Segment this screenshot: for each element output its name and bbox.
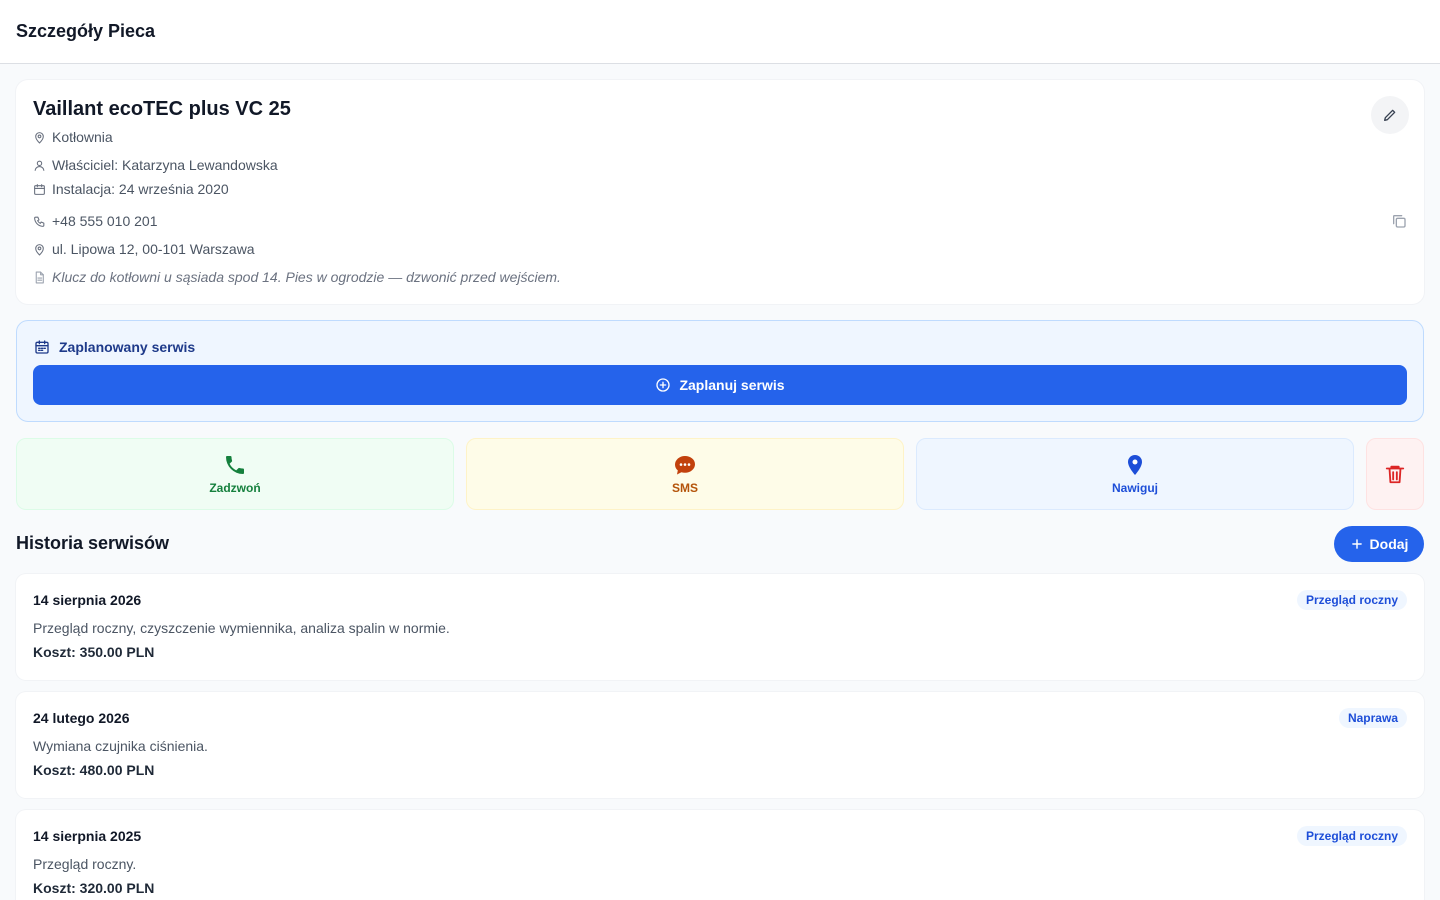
location-text: Kotłownia: [52, 129, 113, 145]
phone-text: +48 555 010 201: [52, 213, 158, 229]
document-icon: [35, 271, 44, 283]
service-entry[interactable]: 24 lutego 2026 Naprawa Wymiana czujnika …: [16, 692, 1424, 798]
scheduled-service-heading: Zaplanowany serwis: [34, 339, 195, 355]
scheduled-service-title: Zaplanowany serwis: [59, 339, 196, 355]
schedule-service-label: Zaplanuj serwis: [679, 377, 785, 393]
top-bar: Szczegóły Pieca: [0, 0, 1440, 64]
service-cost: Koszt: 480.00 PLN: [33, 762, 155, 778]
service-date: 14 sierpnia 2025: [33, 828, 142, 844]
delete-button[interactable]: [1366, 438, 1424, 510]
map-pin-icon: [35, 131, 44, 143]
trash-icon: [1385, 465, 1405, 484]
installation-row: Instalacja: 24 września 2020: [33, 181, 229, 197]
service-history-title: Historia serwisów: [16, 533, 170, 553]
service-type-badge: Przegląd roczny: [1296, 590, 1407, 610]
service-description: Przegląd roczny, czyszczenie wymiennika,…: [33, 620, 450, 636]
copy-button[interactable]: [1391, 213, 1409, 231]
user-icon: [34, 160, 45, 171]
sms-label: SMS: [671, 481, 698, 495]
installation-text: Instalacja: 24 września 2020: [52, 181, 229, 197]
service-type-badge: Przegląd roczny: [1296, 826, 1407, 846]
service-description: Wymiana czujnika ciśnienia.: [33, 738, 208, 754]
copy-icon: [1393, 215, 1406, 228]
chat-bubble-icon: [675, 456, 695, 475]
map-pin-icon: [1128, 455, 1142, 475]
service-type-badge: Naprawa: [1338, 708, 1407, 728]
plus-circle-icon: [656, 378, 671, 392]
map-pin-icon: [35, 243, 44, 255]
phone-icon: [226, 456, 244, 474]
owner-text: Właściciel: Katarzyna Lewandowska: [52, 157, 278, 173]
device-name: Vaillant ecoTEC plus VC 25: [33, 98, 291, 120]
owner-row: Właściciel: Katarzyna Lewandowska: [33, 157, 278, 173]
call-button[interactable]: Zadzwoń: [16, 438, 454, 510]
service-date: 14 sierpnia 2026: [33, 592, 142, 608]
navigate-button[interactable]: Nawiguj: [916, 438, 1354, 510]
schedule-service-button[interactable]: Zaplanuj serwis: [33, 365, 1407, 405]
add-service-label: Dodaj: [1369, 536, 1409, 552]
service-entry[interactable]: 14 sierpnia 2026 Przegląd roczny Przeglą…: [16, 574, 1424, 680]
edit-button[interactable]: [1371, 96, 1409, 134]
calendar-icon: [34, 183, 45, 195]
note-text: Klucz do kotłowni u sąsiada spod 14. Pie…: [52, 269, 561, 285]
scheduled-service-card: Zaplanowany serwis Zaplanuj serwis: [16, 320, 1424, 422]
address-row[interactable]: ul. Lipowa 12, 00-101 Warszawa: [33, 241, 255, 257]
location-row: Kotłownia: [33, 129, 113, 145]
call-label: Zadzwoń: [209, 481, 261, 495]
service-description: Przegląd roczny.: [33, 856, 137, 872]
note-row: Klucz do kotłowni u sąsiada spod 14. Pie…: [33, 269, 561, 285]
calendar-icon: [35, 340, 49, 354]
plus-icon: [1351, 539, 1362, 549]
add-service-button[interactable]: Dodaj: [1334, 526, 1424, 562]
pencil-icon: [1384, 109, 1396, 121]
navigate-label: Nawiguj: [1111, 481, 1158, 495]
device-info-card: Vaillant ecoTEC plus VC 25 Kotłownia Wła…: [16, 80, 1424, 304]
phone-row[interactable]: +48 555 010 201: [33, 213, 158, 229]
service-cost: Koszt: 320.00 PLN: [33, 880, 155, 896]
service-cost: Koszt: 350.00 PLN: [33, 644, 155, 660]
service-date: 24 lutego 2026: [33, 710, 130, 726]
service-entry[interactable]: 14 sierpnia 2025 Przegląd roczny Przeglą…: [16, 810, 1424, 900]
page-title: Szczegóły Pieca: [16, 21, 156, 41]
sms-button[interactable]: SMS: [466, 438, 904, 510]
address-text: ul. Lipowa 12, 00-101 Warszawa: [52, 241, 255, 257]
phone-icon: [34, 216, 45, 227]
